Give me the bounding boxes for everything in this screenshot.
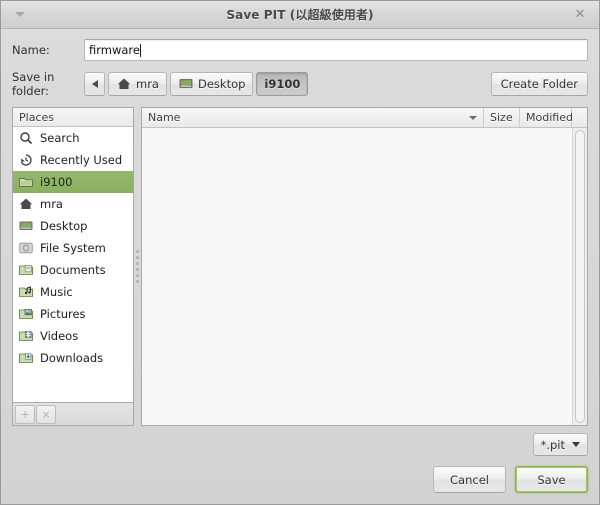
scrollbar-thumb[interactable] bbox=[575, 130, 585, 423]
place-item-file-system[interactable]: File System bbox=[13, 237, 133, 259]
places-list: Places Search Recently Used i9100 mra De… bbox=[12, 107, 134, 402]
save-in-folder-label: Save in folder: bbox=[12, 70, 55, 98]
filter-row: *.pit bbox=[12, 432, 588, 457]
file-list-scrollbar[interactable] bbox=[572, 128, 587, 425]
file-list-body bbox=[142, 128, 587, 425]
sort-descending-icon bbox=[469, 115, 477, 120]
remove-bookmark-button[interactable]: × bbox=[36, 404, 56, 424]
column-header-label: Size bbox=[490, 111, 513, 124]
file-list: Name Size Modified bbox=[141, 107, 588, 426]
chevron-down-icon bbox=[572, 442, 580, 447]
drive-icon bbox=[19, 242, 33, 254]
place-item-mra[interactable]: mra bbox=[13, 193, 133, 215]
place-item-search[interactable]: Search bbox=[13, 127, 133, 149]
breadcrumb-item-i9100[interactable]: i9100 bbox=[256, 72, 309, 96]
menu-triangle-icon bbox=[15, 12, 25, 17]
dialog-body: Name: firmware Save in folder: mra Deskt… bbox=[1, 29, 599, 504]
places-header: Places bbox=[13, 108, 133, 127]
breadcrumb-item-label: i9100 bbox=[264, 77, 301, 91]
name-label: Name: bbox=[12, 43, 50, 57]
place-item-music[interactable]: Music bbox=[13, 281, 133, 303]
save-button[interactable]: Save bbox=[515, 466, 588, 493]
close-icon: × bbox=[41, 407, 51, 421]
breadcrumb-item-mra[interactable]: mra bbox=[108, 72, 167, 96]
arrow-left-icon bbox=[91, 80, 98, 88]
recent-icon bbox=[20, 154, 32, 166]
place-item-i9100[interactable]: i9100 bbox=[13, 171, 133, 193]
breadcrumb: mra Desktop i9100 bbox=[84, 72, 483, 96]
browser-panes: Places Search Recently Used i9100 mra De… bbox=[12, 107, 588, 426]
place-item-downloads[interactable]: Downloads bbox=[13, 347, 133, 369]
pane-splitter[interactable] bbox=[134, 107, 141, 426]
home-icon bbox=[19, 198, 33, 209]
breadcrumb-item-label: Desktop bbox=[197, 77, 246, 91]
folder-documents-icon bbox=[19, 265, 33, 275]
desktop-icon bbox=[19, 221, 33, 230]
place-item-videos[interactable]: Videos bbox=[13, 325, 133, 347]
place-item-label: Search bbox=[40, 131, 80, 145]
breadcrumb-item-desktop[interactable]: Desktop bbox=[169, 72, 254, 96]
place-item-label: i9100 bbox=[40, 175, 73, 189]
add-bookmark-button[interactable]: + bbox=[15, 404, 35, 424]
folder-downloads-icon bbox=[19, 352, 33, 363]
dialog-actions: Cancel Save bbox=[12, 465, 588, 494]
file-type-filter-value: *.pit bbox=[540, 437, 565, 452]
file-list-header: Name Size Modified bbox=[142, 108, 587, 128]
breadcrumb-back-button[interactable] bbox=[84, 72, 105, 96]
place-item-label: Videos bbox=[40, 329, 79, 343]
cancel-button[interactable]: Cancel bbox=[433, 466, 506, 493]
plus-icon: + bbox=[20, 407, 30, 421]
folder-music-icon bbox=[19, 286, 33, 297]
place-item-label: Recently Used bbox=[40, 153, 123, 167]
places-column: Places Search Recently Used i9100 mra De… bbox=[12, 107, 134, 426]
folder-row: Save in folder: mra Desktop i9100 Create… bbox=[12, 70, 588, 98]
create-folder-button[interactable]: Create Folder bbox=[490, 72, 588, 96]
place-item-desktop[interactable]: Desktop bbox=[13, 215, 133, 237]
window-menu-button[interactable] bbox=[9, 1, 31, 28]
column-header-gutter bbox=[572, 108, 587, 127]
column-header-label: Name bbox=[148, 111, 181, 124]
folder-videos-icon bbox=[19, 330, 33, 341]
close-icon: ✕ bbox=[574, 7, 586, 22]
breadcrumb-item-label: mra bbox=[136, 77, 159, 91]
splitter-grip-icon bbox=[136, 249, 139, 284]
title-bar: Save PIT (以超級使用者) ✕ bbox=[1, 1, 599, 29]
file-type-filter-dropdown[interactable]: *.pit bbox=[532, 433, 588, 456]
file-list-rows[interactable] bbox=[142, 128, 572, 425]
place-item-label: Music bbox=[40, 285, 73, 299]
place-item-pictures[interactable]: Pictures bbox=[13, 303, 133, 325]
name-row: Name: firmware bbox=[12, 38, 588, 62]
text-caret bbox=[139, 43, 141, 57]
home-icon bbox=[117, 78, 131, 89]
save-dialog: Save PIT (以超級使用者) ✕ Name: firmware Save … bbox=[0, 0, 600, 505]
place-item-label: mra bbox=[40, 197, 63, 211]
close-button[interactable]: ✕ bbox=[569, 1, 591, 28]
folder-pictures-icon bbox=[19, 309, 33, 319]
column-header-modified[interactable]: Modified bbox=[520, 108, 573, 127]
place-item-label: File System bbox=[40, 241, 106, 255]
place-item-recently-used[interactable]: Recently Used bbox=[13, 149, 133, 171]
column-header-size[interactable]: Size bbox=[484, 108, 520, 127]
place-item-label: Pictures bbox=[40, 307, 86, 321]
place-item-label: Downloads bbox=[40, 351, 104, 365]
place-item-label: Desktop bbox=[40, 219, 88, 233]
name-input[interactable]: firmware bbox=[84, 39, 588, 61]
desktop-icon bbox=[179, 79, 193, 88]
name-input-value: firmware bbox=[89, 43, 140, 57]
page-title: Save PIT (以超級使用者) bbox=[226, 8, 374, 22]
column-header-name[interactable]: Name bbox=[142, 108, 484, 127]
place-item-label: Documents bbox=[40, 263, 106, 277]
column-header-label: Modified bbox=[526, 111, 573, 124]
places-toolbar: + × bbox=[12, 402, 134, 426]
folder-icon bbox=[19, 178, 33, 187]
place-item-documents[interactable]: Documents bbox=[13, 259, 133, 281]
search-icon bbox=[20, 132, 33, 145]
